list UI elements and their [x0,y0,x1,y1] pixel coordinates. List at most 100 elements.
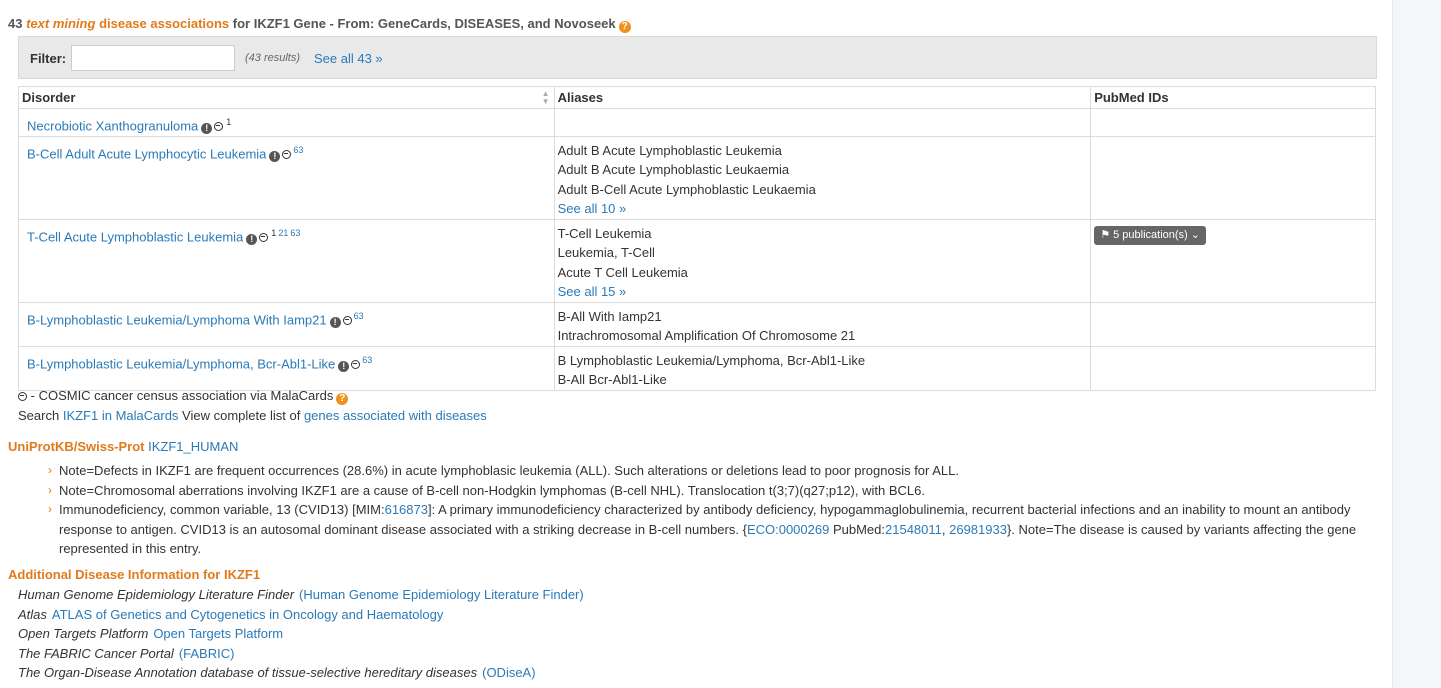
search-prefix: Search [18,408,60,423]
column-header-disorder[interactable]: Disorder ▲ ▼ [18,86,555,109]
sort-icon[interactable]: ▲ ▼ [542,90,550,106]
help-icon[interactable]: ? [618,21,631,33]
pubmed-cell [1090,108,1376,137]
right-gutter [1392,0,1441,688]
column-header-pubmed: PubMed IDs [1090,86,1376,109]
filter-label: Filter: [30,51,67,66]
alias-item: Acute T Cell Leukemia [557,264,688,280]
results-count: (43 results) [245,52,301,64]
source-sup-link[interactable]: 63 [354,311,364,321]
resource-link[interactable]: (FABRIC) [179,646,235,661]
column-header-aliases: Aliases [553,86,1092,109]
alias-item: B-All With Iamp21 [557,308,662,324]
disorder-cell: T-Cell Acute Lymphoblastic Leukemia ! 1 21 6… [18,218,555,303]
info-icon[interactable]: ! [338,361,350,373]
bullet-icon: › [48,482,52,497]
resource-link[interactable]: (ODiseA) [482,665,535,680]
publications-button[interactable]: ⚑ 5 publication(s) ⌄ [1094,225,1206,245]
bullet-icon: › [48,463,52,477]
info-icon[interactable]: ! [201,123,213,135]
disorder-cell: Necrobiotic Xanthogranuloma ! 1 [18,108,555,137]
disorder-cell: B-Lymphoblastic Leukemia/Lymphoma, Bcr-A… [18,345,555,391]
disease-table: Disorder ▲ ▼ Aliases PubMed IDs Necrobioti… [18,86,1376,391]
alias-item: Adult B Acute Lymphoblastic Leukemia [557,142,782,158]
uniprot-heading: UniProtKB/Swiss-Prot IKZF1_HUMAN [8,439,238,454]
aliases-cell: B Lymphoblastic Leukemia/Lymphoma, Bcr-A… [553,345,1092,391]
cosmic-icon [214,122,224,132]
eco-link[interactable]: ECO:0000269 [747,522,829,537]
filter-bar: Filter: (43 results) See all 43 » [18,36,1377,79]
genes-link[interactable]: genes associated with diseases [304,408,487,423]
resource-link[interactable]: Open Targets Platform [153,626,283,641]
aliases-see-all-link[interactable]: See all 10 » [558,201,627,216]
resource-item: Human Genome Epidemiology Literature Fin… [18,587,584,602]
aliases-see-all-link[interactable]: See all 15 » [558,284,627,299]
text-mining-label: text mining [26,16,96,31]
resource-item: Atlas ATLAS of Genetics and Cytogenetics … [18,606,444,622]
cosmic-legend-text: - COSMIC cancer census association via M… [30,388,334,403]
source-sup-link[interactable]: 63 [290,228,300,238]
bullet-icon: › [48,502,52,516]
list-item: › Immunodeficiency, common variable, 13 (… [48,502,1357,556]
resource-item: The FABRIC Cancer Portal (FABRIC) [18,645,235,661]
uniprot-label: UniProtKB/Swiss-Prot [8,439,145,454]
disorder-link[interactable]: B-Lymphoblastic Leukemia/Lymphoma, Bcr-A… [27,356,335,371]
source-sup-link[interactable]: 63 [362,355,372,365]
filter-input[interactable] [71,45,235,71]
source-sup-link[interactable]: 21 [278,228,288,238]
table-row: T-Cell Acute Lymphoblastic Leukemia ! 1 21 6… [18,218,1376,303]
aliases-cell: B-All With Iamp21 Intrachromosomal Ampli… [553,301,1092,347]
list-item: › Note=Defects in IKZF1 are frequent occu… [48,461,1378,481]
aliases-cell [553,108,1092,137]
association-count: 43 [8,16,23,31]
table-header-row: Disorder ▲ ▼ Aliases PubMed IDs [18,86,1376,109]
chevron-down-icon: ⌄ [1190,228,1200,241]
table-row: B-Cell Adult Acute Lymphocytic Leukemia!… [18,135,1376,220]
aliases-cell: T-Cell Leukemia Leukemia, T-Cell Acute T… [553,218,1092,303]
cosmic-icon [282,150,292,160]
disorder-cell: B-Cell Adult Acute Lymphocytic Leukemia!… [18,135,555,220]
uniprot-notes: › Note=Defects in IKZF1 are frequent occu… [48,461,1378,559]
resource-link[interactable]: (Human Genome Epidemiology Literature Fi… [299,587,584,602]
disorder-link[interactable]: Necrobiotic Xanthogranuloma [27,118,198,133]
source-sup-link[interactable]: 63 [293,145,303,155]
table-row: B-Lymphoblastic Leukemia/Lymphoma, Bcr-A… [18,345,1376,391]
section-title: 43 text mining disease associations for … [8,16,631,33]
malacards-link[interactable]: IKZF1 in MalaCards [63,408,179,423]
mim-link[interactable]: 616873 [385,502,428,517]
info-icon[interactable]: ! [329,317,341,329]
resource-list: Human Genome Epidemiology Literature Fin… [18,585,584,683]
view-text: View complete list of [182,408,301,423]
search-line: Search IKZF1 in MalaCards View complete … [18,408,487,423]
pubmed-link[interactable]: 21548011 [885,522,942,537]
cosmic-icon [18,392,27,401]
resource-item: Open Targets Platform Open Targets Platfo… [18,626,284,641]
disorder-link[interactable]: B-Lymphoblastic Leukemia/Lymphoma With I… [27,312,327,327]
table-row: Necrobiotic Xanthogranuloma ! 1 [18,108,1376,137]
source-sup: 1 [226,117,232,127]
info-icon[interactable]: ! [246,234,258,246]
table-row: B-Lymphoblastic Leukemia/Lymphoma With I… [18,301,1376,347]
alias-item: Adult B-Cell Acute Lymphoblastic Leukaem… [557,181,816,197]
uniprot-link[interactable]: IKZF1_HUMAN [148,439,238,454]
cosmic-legend: - COSMIC cancer census association via M… [18,388,349,405]
source-sup: 1 [271,227,277,238]
see-all-link[interactable]: See all 43 » [314,51,383,66]
disorder-link[interactable]: B-Cell Adult Acute Lymphocytic Leukemia [27,146,266,161]
title-rest: for IKZF1 Gene - From: GeneCards, DISEAS… [232,16,616,31]
info-icon[interactable]: ! [269,151,281,163]
cosmic-icon [342,316,352,326]
disorder-link[interactable]: T-Cell Acute Lymphoblastic Leukemia [27,229,243,244]
alias-item: Intrachromosomal Amplification Of Chromo… [557,328,856,344]
alias-item: Adult B Acute Lymphoblastic Leukaemia [557,162,790,178]
alias-item: T-Cell Leukemia [557,225,652,241]
disorder-cell: B-Lymphoblastic Leukemia/Lymphoma With I… [18,301,555,347]
resource-item: The Organ-Disease Annotation database of… [18,665,536,680]
aliases-cell: Adult B Acute Lymphoblastic Leukemia Adu… [553,135,1092,220]
pubmed-link[interactable]: 26981933 [949,522,1007,537]
alias-item: Leukemia, T-Cell [557,245,655,261]
help-icon[interactable]: ? [336,393,349,405]
resource-link[interactable]: ATLAS of Genetics and Cytogenetics in On… [52,607,443,622]
bookmark-icon: ⚑ [1100,228,1111,241]
disease-assoc-label: disease associations [99,16,230,31]
